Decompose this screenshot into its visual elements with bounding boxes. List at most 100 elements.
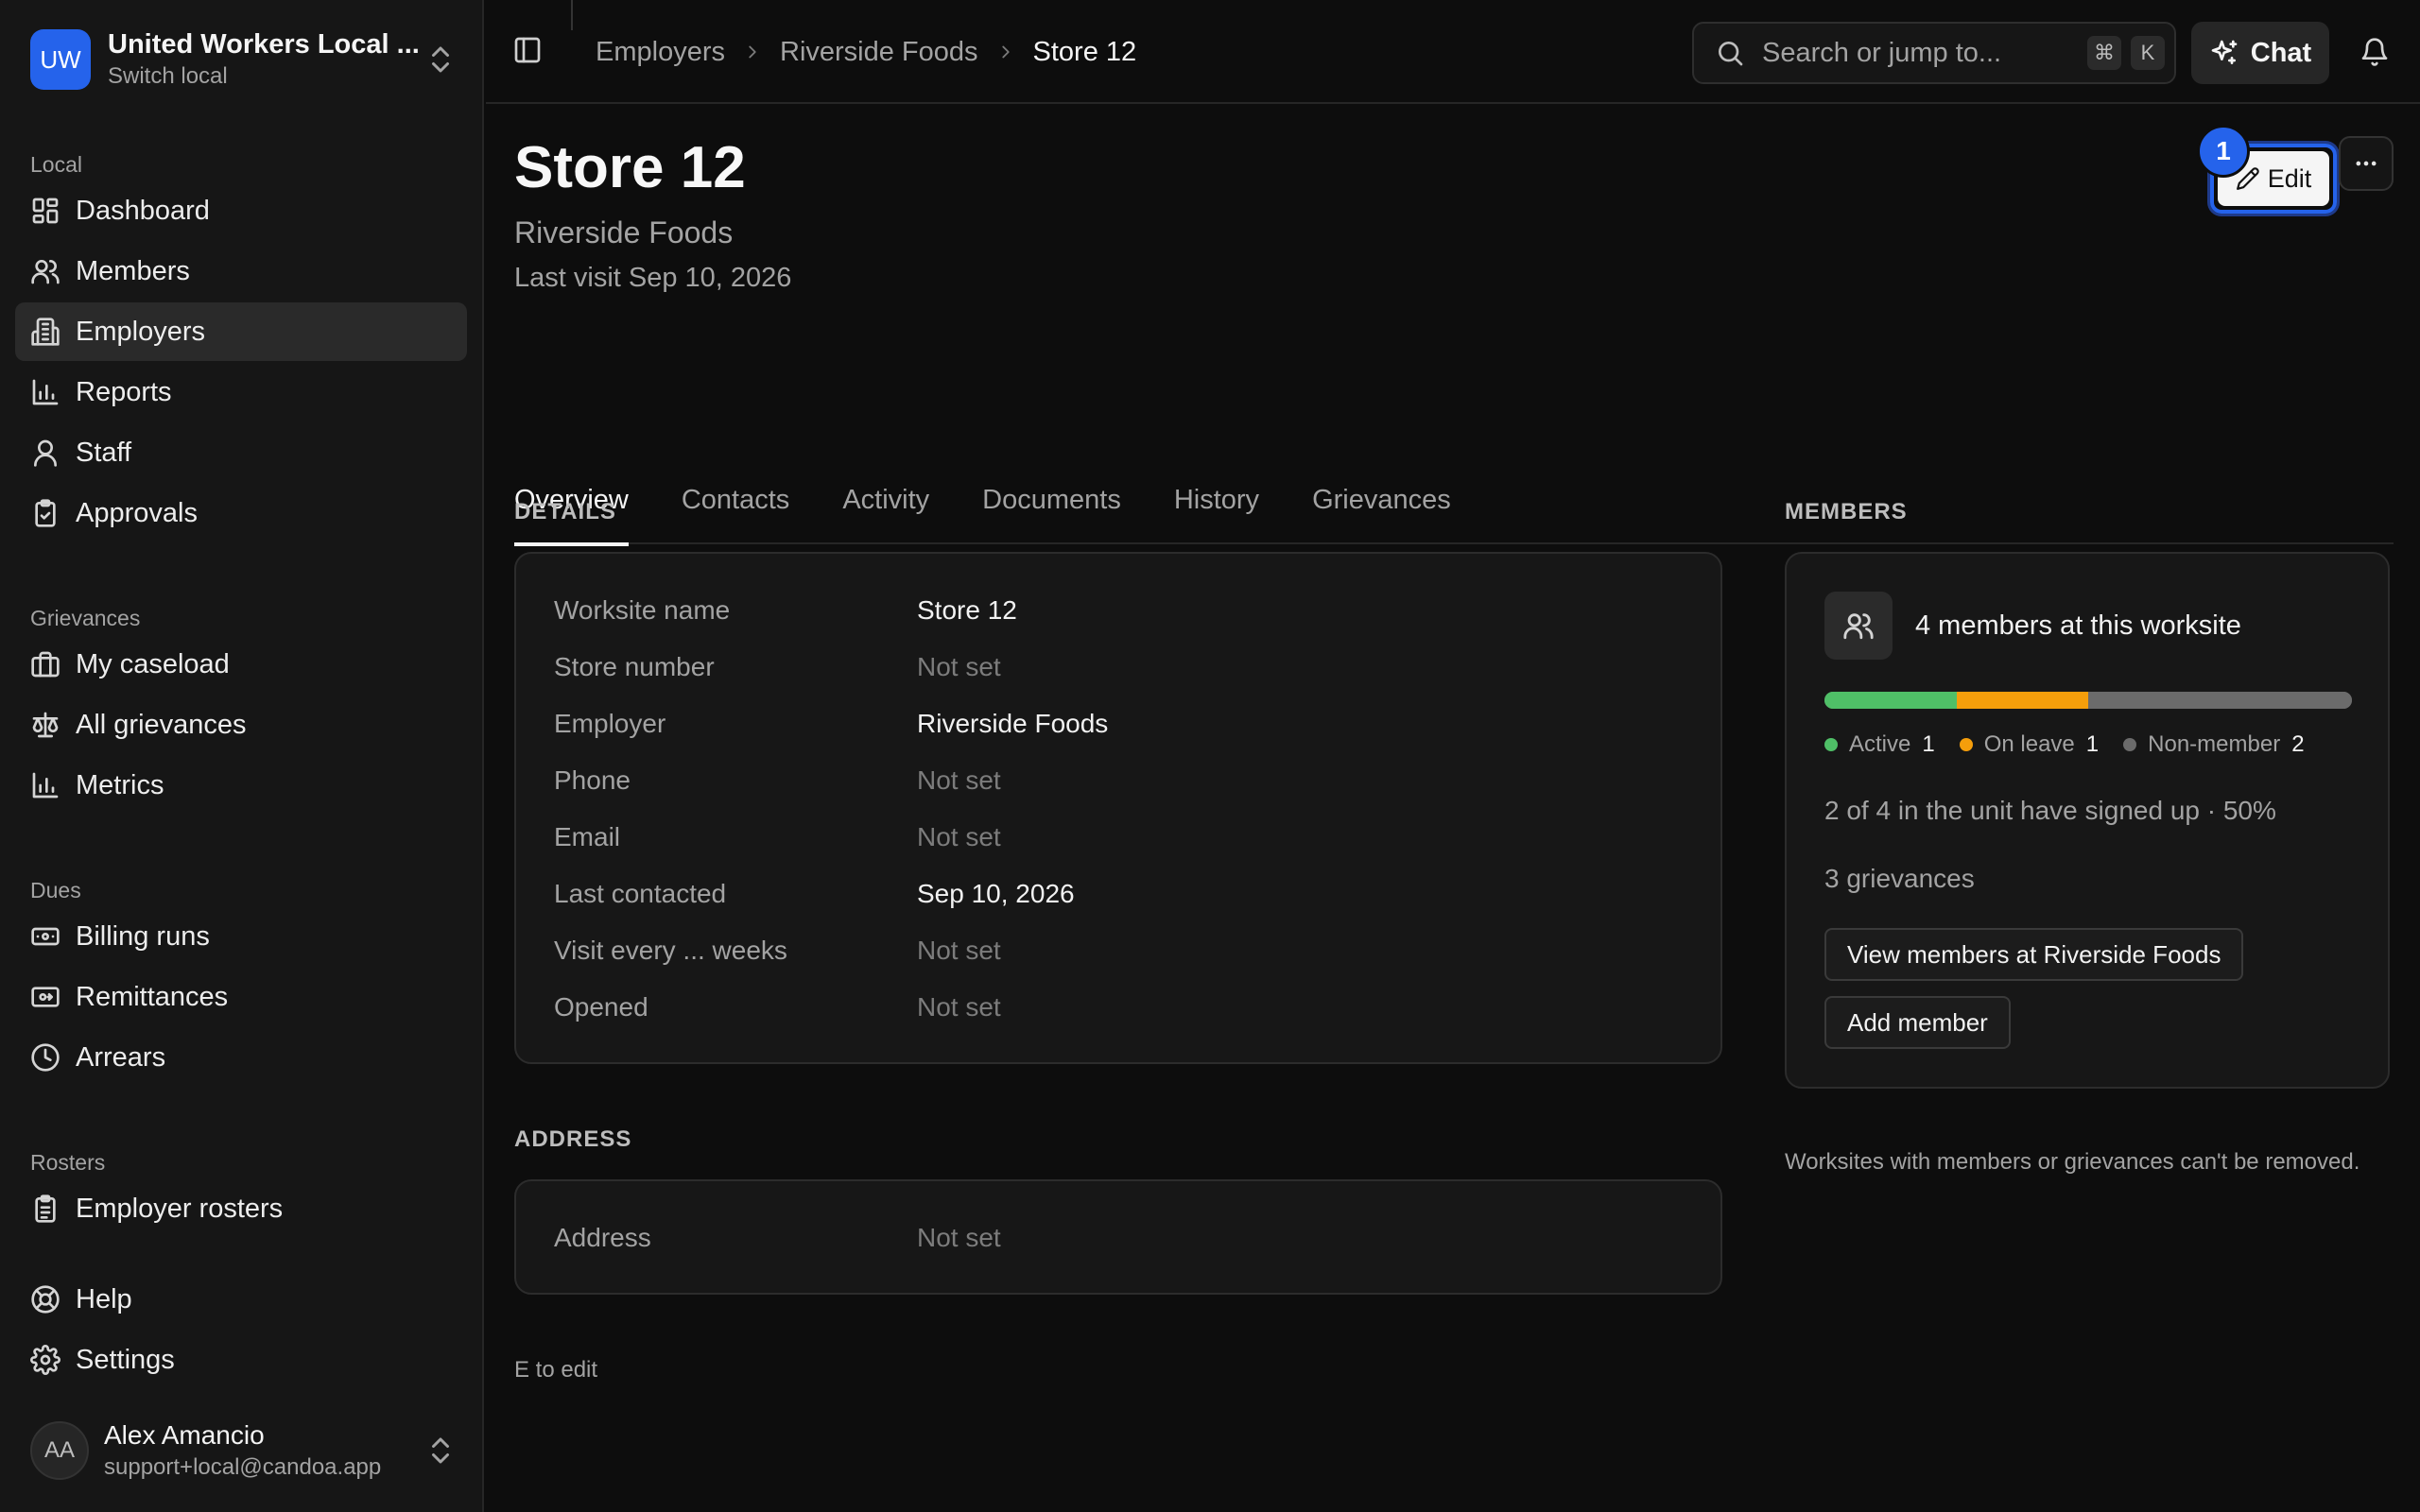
detail-key: Email xyxy=(554,822,621,851)
legend-item-on-leave: On leave 1 xyxy=(1959,731,2099,758)
bar-segment-non-member xyxy=(2088,692,2352,709)
page-title: Store 12 xyxy=(514,135,746,200)
topbar: Employers Riverside Foods Store 12 Searc… xyxy=(486,0,2420,104)
divider xyxy=(571,0,573,30)
local-name: United Workers Local ... xyxy=(108,29,420,60)
detail-row-employer: Employer Riverside Foods xyxy=(554,696,1720,752)
edit-label: Edit xyxy=(2267,163,2312,193)
breadcrumb-employers[interactable]: Employers xyxy=(596,37,725,68)
switch-local-label: Switch local xyxy=(108,63,228,89)
sidebar-item-employers[interactable]: Employers xyxy=(15,302,467,361)
sidebar-item-remittances[interactable]: Remittances xyxy=(15,968,467,1026)
legend-dot-on-leave xyxy=(1959,738,1973,751)
remittance-icon xyxy=(31,987,60,1007)
legend-label: On leave xyxy=(1983,731,2075,757)
sidebar-toggle-icon[interactable] xyxy=(512,35,543,65)
grievances-count[interactable]: 3 grievances xyxy=(1824,864,1975,894)
chat-label: Chat xyxy=(2250,37,2312,68)
detail-key: Employer xyxy=(554,709,666,738)
ellipsis-icon xyxy=(2356,161,2377,166)
sidebar-item-label: Settings xyxy=(76,1344,175,1375)
sidebar-item-all-grievances[interactable]: All grievances xyxy=(15,696,467,754)
bar-segment-on-leave xyxy=(1956,692,2088,709)
view-members-button[interactable]: View members at Riverside Foods xyxy=(1824,928,2244,981)
search-input[interactable]: Search or jump to... ⌘ K xyxy=(1692,22,2176,84)
detail-key: Phone xyxy=(554,765,631,795)
sidebar-item-reports[interactable]: Reports xyxy=(15,363,467,421)
detail-value: Sep 10, 2026 xyxy=(917,879,1075,908)
detail-value: Not set xyxy=(917,822,1001,851)
sidebar-item-label: My caseload xyxy=(76,648,230,679)
sidebar-item-settings[interactable]: Settings xyxy=(15,1331,467,1389)
details-heading: DETAILS xyxy=(514,499,616,524)
tab-documents[interactable]: Documents xyxy=(982,455,1121,544)
sidebar-item-label: Arrears xyxy=(76,1041,166,1073)
local-switcher[interactable]: UW United Workers Local ... Switch local xyxy=(15,13,469,106)
tab-activity[interactable]: Activity xyxy=(842,455,929,544)
search-icon xyxy=(1719,42,1743,66)
bell-icon[interactable] xyxy=(2360,37,2390,67)
user-email: support+local@candoa.app xyxy=(104,1454,382,1480)
tab-contacts[interactable]: Contacts xyxy=(682,455,789,544)
address-card: Address Not set xyxy=(514,1179,1722,1295)
membership-legend: Active 1 On leave 1 Non-member 2 xyxy=(1824,731,2329,758)
sidebar-item-metrics[interactable]: Metrics xyxy=(15,756,467,815)
removal-note: Worksites with members or grievances can… xyxy=(1785,1149,2360,1175)
user-name: Alex Amancio xyxy=(104,1420,265,1450)
user-menu[interactable]: AA Alex Amancio support+local@candoa.app xyxy=(15,1404,469,1497)
nav-heading-local: Local xyxy=(30,152,82,177)
sidebar-item-help[interactable]: Help xyxy=(15,1270,467,1329)
sidebar-item-label: Help xyxy=(76,1283,132,1314)
legend-count: 1 xyxy=(1922,731,1935,757)
breadcrumb-riverside-foods[interactable]: Riverside Foods xyxy=(780,37,978,68)
details-card: Worksite name Store 12 Store number Not … xyxy=(514,552,1722,1064)
shortcut-key-cmd: ⌘ xyxy=(2087,36,2121,70)
sidebar-item-billing-runs[interactable]: Billing runs xyxy=(15,907,467,966)
sidebar-item-arrears[interactable]: Arrears xyxy=(15,1028,467,1087)
detail-row-visit-frequency: Visit every ... weeks Not set xyxy=(554,922,1720,979)
sidebar-item-label: Dashboard xyxy=(76,195,210,226)
shortcut-key-k: K xyxy=(2131,36,2165,70)
sidebar-item-approvals[interactable]: Approvals xyxy=(15,484,467,542)
detail-row-email: Email Not set xyxy=(554,809,1720,866)
user-icon xyxy=(34,439,57,467)
detail-value: Not set xyxy=(917,765,1001,795)
chat-button[interactable]: Chat xyxy=(2191,22,2329,84)
members-card: 4 members at this worksite Active 1 On l… xyxy=(1785,552,2390,1089)
legend-dot-active xyxy=(1824,738,1838,751)
detail-key: Store number xyxy=(554,652,715,681)
chevrons-up-down-icon xyxy=(432,1437,449,1464)
chevron-right-icon xyxy=(1001,45,1010,59)
detail-value: Store 12 xyxy=(917,595,1017,625)
sidebar-item-label: Employer rosters xyxy=(76,1193,284,1224)
tab-grievances[interactable]: Grievances xyxy=(1312,455,1451,544)
detail-row-opened: Opened Not set xyxy=(554,979,1720,1036)
members-summary: 4 members at this worksite xyxy=(1824,592,2241,660)
detail-value: Not set xyxy=(917,992,1001,1022)
search-placeholder: Search or jump to... xyxy=(1762,37,2002,68)
membership-bar xyxy=(1824,692,2352,709)
legend-item-active: Active 1 xyxy=(1824,731,1935,758)
sidebar-item-employer-rosters[interactable]: Employer rosters xyxy=(15,1179,467,1238)
sidebar-item-label: Approvals xyxy=(76,497,198,528)
keyboard-hint: E to edit xyxy=(514,1357,598,1383)
add-member-button[interactable]: Add member xyxy=(1824,996,2011,1049)
sidebar-item-staff[interactable]: Staff xyxy=(15,423,467,482)
nav-heading-grievances: Grievances xyxy=(30,606,141,630)
banknote-icon xyxy=(31,927,60,946)
nav-section-footer: Help Settings xyxy=(0,1270,484,1391)
members-heading: MEMBERS xyxy=(1785,499,1908,524)
sidebar-item-members[interactable]: Members xyxy=(15,242,467,301)
step-badge: 1 xyxy=(2197,125,2250,178)
bar-segment-active xyxy=(1824,692,1957,709)
sidebar-item-my-caseload[interactable]: My caseload xyxy=(15,635,467,694)
local-text: United Workers Local ... Switch local xyxy=(108,28,424,91)
detail-value: Not set xyxy=(917,652,1001,681)
more-actions-button[interactable] xyxy=(2339,136,2394,191)
tab-history[interactable]: History xyxy=(1174,455,1259,544)
gear-icon xyxy=(30,1345,60,1375)
detail-row-last-contacted: Last contacted Sep 10, 2026 xyxy=(554,866,1720,922)
detail-row-store-number: Store number Not set xyxy=(554,639,1720,696)
sidebar-item-dashboard[interactable]: Dashboard xyxy=(15,181,467,240)
sidebar-item-label: Reports xyxy=(76,376,172,407)
